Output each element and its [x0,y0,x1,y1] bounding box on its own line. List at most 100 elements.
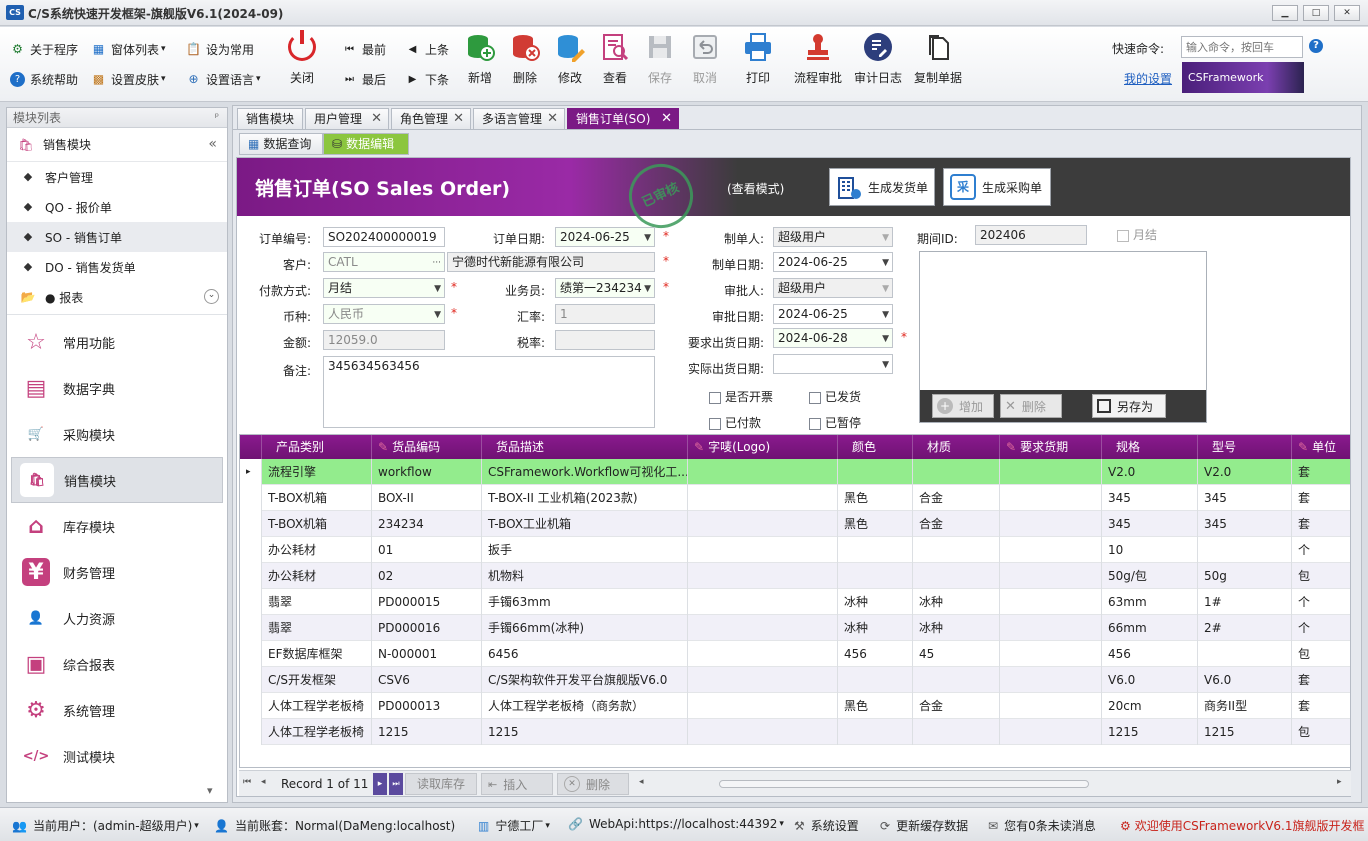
table-row[interactable]: T-BOX机箱 BOX-II T-BOX-II 工业机箱(2023款) 黑色 合金 345… [240,485,1350,511]
table-cell[interactable]: T-BOX-II 工业机箱(2023款) [482,485,688,511]
table-cell[interactable]: 套 [1292,485,1350,511]
table-cell[interactable]: 冰种 [838,589,913,615]
shipped-checkbox[interactable]: 已发货 [809,388,861,405]
subtab-1[interactable]: ⛁ 数据编辑 [323,133,409,155]
table-cell[interactable]: 包 [1292,719,1350,745]
table-cell[interactable]: 冰种 [913,615,1000,641]
table-cell[interactable]: 1215 [1198,719,1292,745]
table-cell[interactable]: 456 [838,641,913,667]
table-cell[interactable]: PD000016 [372,615,482,641]
table-cell[interactable]: 黑色 [838,693,913,719]
row-indicator[interactable]: ▸ [240,459,262,485]
table-cell[interactable]: 黑色 [838,511,913,537]
sidebar-item-1[interactable]: ◆ QO - 报价单 [7,192,227,222]
table-row[interactable]: 人体工程学老板椅 PD000013 人体工程学老板椅（商务款） 黑色 合金 20cm 商务I… [240,693,1350,719]
module-5[interactable]: ¥ 财务管理 [7,549,227,595]
table-cell[interactable] [1000,641,1102,667]
table-cell[interactable] [838,459,913,485]
table-row[interactable]: EF数据库框架 N-000001 6456 456 45 456 包 [240,641,1350,667]
table-cell[interactable] [1198,537,1292,563]
table-cell[interactable]: 包 [1292,641,1350,667]
table-cell[interactable] [688,589,838,615]
expand-icon[interactable]: ⌄ [204,289,219,304]
workflow-approve-button[interactable]: 流程审批 [790,31,846,93]
table-cell[interactable]: 办公耗材 [262,537,372,563]
table-cell[interactable] [913,459,1000,485]
remark-textarea[interactable]: 345634563456 [323,356,655,428]
set-language-button[interactable]: ⊕ 设置语言 ▾ [186,69,260,89]
table-row[interactable]: 办公耗材 01 扳手 10 个 [240,537,1350,563]
row-indicator[interactable] [240,537,262,563]
cancel-button[interactable]: 取消 [678,31,732,93]
table-cell[interactable]: 人体工程学老板椅（商务款） [482,693,688,719]
table-cell[interactable]: 50g/包 [1102,563,1198,589]
close-tab-icon[interactable]: ✕ [453,109,464,129]
table-cell[interactable]: workflow [372,459,482,485]
table-cell[interactable] [688,485,838,511]
table-cell[interactable]: 02 [372,563,482,589]
table-cell[interactable]: 1215 [482,719,688,745]
table-cell[interactable] [688,667,838,693]
row-indicator[interactable] [240,667,262,693]
table-cell[interactable]: 商务II型 [1198,693,1292,719]
column-header-7[interactable]: 规格 [1102,435,1198,459]
table-cell[interactable] [688,693,838,719]
attach-add-button[interactable]: + 增加 [932,394,994,418]
table-cell[interactable]: 6456 [482,641,688,667]
table-cell[interactable] [838,537,913,563]
table-cell[interactable] [1000,589,1102,615]
table-cell[interactable]: 合金 [913,485,1000,511]
row-indicator[interactable] [240,641,262,667]
table-cell[interactable] [838,563,913,589]
last-record-button[interactable]: ⏭ 最后 [342,69,386,89]
scroll-down-icon[interactable]: ▾ [207,784,213,797]
column-header-4[interactable]: 颜色 [838,435,913,459]
column-header-9[interactable]: ✎ 单位 [1292,435,1350,459]
insert-row-button[interactable]: ⇤ 插入 [481,773,553,795]
column-header-3[interactable]: ✎ 字唛(Logo) [688,435,838,459]
table-cell[interactable]: 合金 [913,693,1000,719]
table-cell[interactable]: 包 [1292,563,1350,589]
column-header-0[interactable]: 产品类别 [262,435,372,459]
table-cell[interactable]: 机物料 [482,563,688,589]
table-cell[interactable] [688,511,838,537]
table-row[interactable]: 翡翠 PD000015 手镯63mm 冰种 冰种 63mm 1# 个 [240,589,1350,615]
close-tab-icon[interactable]: ✕ [547,109,558,129]
set-favorite-button[interactable]: 📋 设为常用 [186,39,254,59]
table-cell[interactable] [1198,641,1292,667]
month-end-checkbox[interactable]: 月结 [1117,226,1157,243]
audit-log-button[interactable]: 审计日志 [850,31,906,93]
table-cell[interactable]: C/S开发框架 [262,667,372,693]
column-header-1[interactable]: ✎ 货品编码 [372,435,482,459]
module-0[interactable]: ☆ 常用功能 [7,319,227,365]
column-header-6[interactable]: ✎ 要求货期 [1000,435,1102,459]
table-cell[interactable] [838,719,913,745]
table-cell[interactable]: 流程引擎 [262,459,372,485]
currency-select[interactable]: 人民币 ▼ [323,304,445,324]
table-cell[interactable]: N-000001 [372,641,482,667]
factory-status[interactable]: ▥ 宁德工厂 ▾ [478,817,550,834]
table-cell[interactable]: 1# [1198,589,1292,615]
column-header-2[interactable]: 货品描述 [482,435,688,459]
row-indicator[interactable] [240,589,262,615]
actual-ship-date-picker[interactable]: ▼ [773,354,893,374]
pin-icon[interactable]: ᵖ [215,108,219,128]
maximize-button[interactable]: □ [1303,5,1329,21]
column-header-8[interactable]: 型号 [1198,435,1292,459]
close-form-button[interactable]: 关闭 [275,30,329,93]
table-cell[interactable]: 冰种 [838,615,913,641]
first-page-icon[interactable]: ⏮ [243,777,251,787]
table-cell[interactable]: V6.0 [1102,667,1198,693]
module-1[interactable]: ▤ 数据字典 [7,365,227,411]
collapse-icon[interactable]: « [208,136,217,152]
scroll-left-icon[interactable]: ◂ [639,777,644,787]
current-module-header[interactable]: 🛍 销售模块 « [7,128,227,162]
tab-2[interactable]: 角色管理 ✕ [391,108,471,129]
table-cell[interactable]: EF数据库框架 [262,641,372,667]
table-row[interactable]: C/S开发框架 CSV6 C/S架构软件开发平台旗舰版V6.0 V6.0 V6.0 套 [240,667,1350,693]
prev-record-button[interactable]: ◀ 上条 [405,39,449,59]
system-help-button[interactable]: ? 系统帮助 [10,69,78,89]
table-cell[interactable]: 01 [372,537,482,563]
table-cell[interactable]: 套 [1292,693,1350,719]
table-cell[interactable]: CSFramework.Workflow可视化工... [482,459,688,485]
